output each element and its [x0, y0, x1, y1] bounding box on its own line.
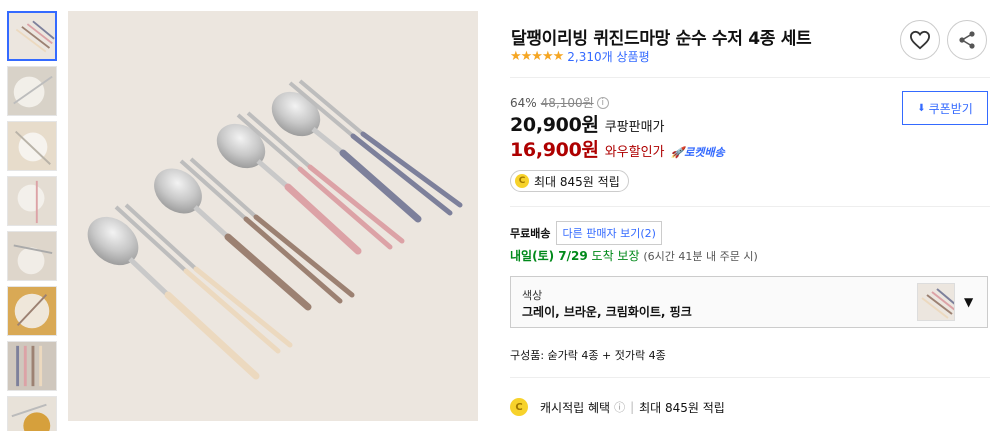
original-price: 48,100원	[540, 96, 594, 110]
separator: |	[630, 400, 635, 414]
option-value: 그레이, 브라운, 크림화이트, 핑크	[522, 305, 692, 319]
thumbnail-4[interactable]	[7, 176, 57, 226]
thumbnail-2[interactable]	[7, 66, 57, 116]
arrival-info: 내일(토) 7/29 도착 보장 (6시간 41분 내 주문 시)	[510, 247, 758, 264]
reward-points-text: 최대 845원 적립	[534, 174, 620, 189]
arrival-note: (6시간 41분 내 주문 시)	[643, 250, 758, 263]
other-sellers-button[interactable]: 다른 판매자 보기(2)	[556, 221, 662, 245]
thumbnail-image	[8, 122, 56, 170]
review-count-link[interactable]: 2,310개 상품평	[567, 48, 649, 65]
rating-row[interactable]: ★★★★★ 2,310개 상품평	[510, 48, 650, 65]
thumbnail-image	[8, 342, 56, 390]
color-option-select[interactable]: 색상 그레이, 브라운, 크림화이트, 핑크 ▼	[510, 276, 988, 328]
chevron-down-icon[interactable]: ▼	[964, 295, 973, 309]
thumbnail-image	[8, 287, 56, 335]
coin-icon: C	[510, 398, 528, 416]
arrival-guarantee: 도착 보장	[591, 249, 640, 263]
thumbnail-5[interactable]	[7, 231, 57, 281]
option-label: 색상	[522, 289, 543, 302]
discount-row: 64% 48,100원 i	[510, 94, 609, 111]
heart-icon	[909, 30, 931, 50]
wow-price: 16,900원	[510, 139, 599, 161]
coupon-label: 쿠폰받기	[928, 101, 973, 116]
divider	[510, 377, 990, 378]
thumbnail-1[interactable]	[7, 11, 57, 61]
info-icon[interactable]: ⓘ	[614, 399, 625, 415]
discount-rate: 64%	[510, 95, 537, 110]
thumbnail-image	[8, 232, 56, 280]
wow-price-label: 와우할인가	[604, 145, 665, 160]
rocket-icon: 🚀	[670, 146, 685, 159]
download-icon: ⬇	[917, 102, 926, 114]
divider	[510, 206, 990, 207]
coupon-button[interactable]: ⬇ 쿠폰받기	[902, 91, 988, 125]
thumbnail-strip	[7, 11, 59, 431]
wishlist-button[interactable]	[900, 20, 940, 60]
reward-points-badge: C 최대 845원 적립	[510, 170, 629, 192]
share-button[interactable]	[947, 20, 987, 60]
main-product-image[interactable]	[68, 11, 478, 421]
share-icon	[959, 31, 975, 49]
product-title: 달팽이리빙 퀴진드마망 순수 수저 4종 세트	[511, 29, 812, 49]
cash-reward-label: 캐시적립 혜택	[540, 400, 611, 415]
coupang-price-label: 쿠팡판매가	[604, 120, 665, 135]
rocket-delivery-badge: 🚀로켓배송	[671, 144, 725, 160]
arrival-date: 내일(토) 7/29	[510, 249, 588, 263]
rocket-label: 로켓배송	[684, 146, 725, 159]
star-rating: ★★★★★	[510, 49, 564, 64]
shipping-row: 무료배송 다른 판매자 보기(2)	[510, 221, 662, 245]
cash-reward-row: C 캐시적립 혜택 ⓘ | 최대 845원 적립	[510, 398, 725, 416]
option-thumbnail	[917, 283, 955, 321]
info-icon[interactable]: i	[596, 96, 609, 109]
thumbnail-image	[8, 177, 56, 225]
coupang-price: 20,900원	[510, 114, 599, 136]
free-shipping-label: 무료배송	[510, 227, 551, 240]
thumbnail-3[interactable]	[7, 121, 57, 171]
thumbnail-7[interactable]	[7, 341, 57, 391]
coupang-price-row: 20,900원 쿠팡판매가	[510, 110, 665, 137]
cutlery-set-photo	[68, 11, 478, 421]
coin-icon: C	[515, 174, 529, 188]
thumbnail-image	[9, 13, 55, 59]
thumbnail-image	[8, 67, 56, 115]
thumbnail-image	[8, 397, 56, 431]
thumbnail-6[interactable]	[7, 286, 57, 336]
divider	[510, 77, 990, 78]
cash-reward-amount: 최대 845원 적립	[639, 400, 725, 415]
components-text: 구성품: 숟가락 4종 + 젓가락 4종	[510, 349, 666, 362]
wow-price-row: 16,900원 와우할인가 🚀로켓배송	[510, 135, 725, 162]
thumbnail-8[interactable]	[7, 396, 57, 431]
